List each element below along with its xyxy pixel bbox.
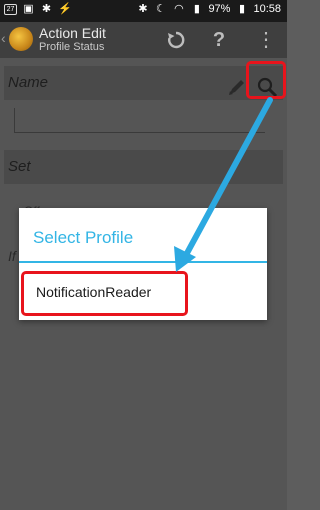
lightning-icon: ⚡ <box>58 3 72 15</box>
do-not-disturb-moon-icon: ☾ <box>156 3 166 15</box>
if-label: If <box>8 248 16 264</box>
pencil-icon[interactable] <box>226 76 248 98</box>
wifi-icon: ◠ <box>174 3 184 15</box>
battery-percent: 97% <box>208 3 231 15</box>
gallery-icon: ▣ <box>23 3 34 15</box>
overflow-menu-icon[interactable]: ⋮ <box>252 26 280 54</box>
app-logo[interactable] <box>9 27 33 51</box>
clock: 10:58 <box>253 3 281 15</box>
action-bar-title: Action Edit <box>39 25 106 41</box>
bluetooth-icon: ✱ <box>138 3 148 15</box>
action-bar-subtitle: Profile Status <box>39 41 105 53</box>
battery-icon: ▮ <box>238 3 245 15</box>
status-bar: 27 ▣ ✱ ⚡ ✱ ☾ ◠ ▮ 97% ▮ 10:58 <box>0 0 287 22</box>
action-bar: ‹ Action Edit Profile Status ? ⋮ <box>0 22 287 58</box>
search-highlight-box <box>246 61 286 99</box>
name-label: Name <box>8 74 49 91</box>
dialog-divider <box>19 261 267 263</box>
badge-count-icon: 27 <box>4 3 17 15</box>
set-row: Set <box>4 150 283 184</box>
name-input[interactable] <box>14 108 265 133</box>
item-highlight-box <box>21 271 188 316</box>
settings-gear-icon: ✱ <box>41 3 52 15</box>
help-icon[interactable]: ? <box>205 26 233 54</box>
name-row: Name <box>4 66 283 100</box>
set-label: Set <box>8 158 31 175</box>
back-arrow-icon[interactable]: ‹ <box>1 30 6 46</box>
refresh-icon[interactable] <box>162 26 190 54</box>
dialog-title: Select Profile <box>33 228 134 247</box>
signal-icon: ▮ <box>193 3 200 15</box>
